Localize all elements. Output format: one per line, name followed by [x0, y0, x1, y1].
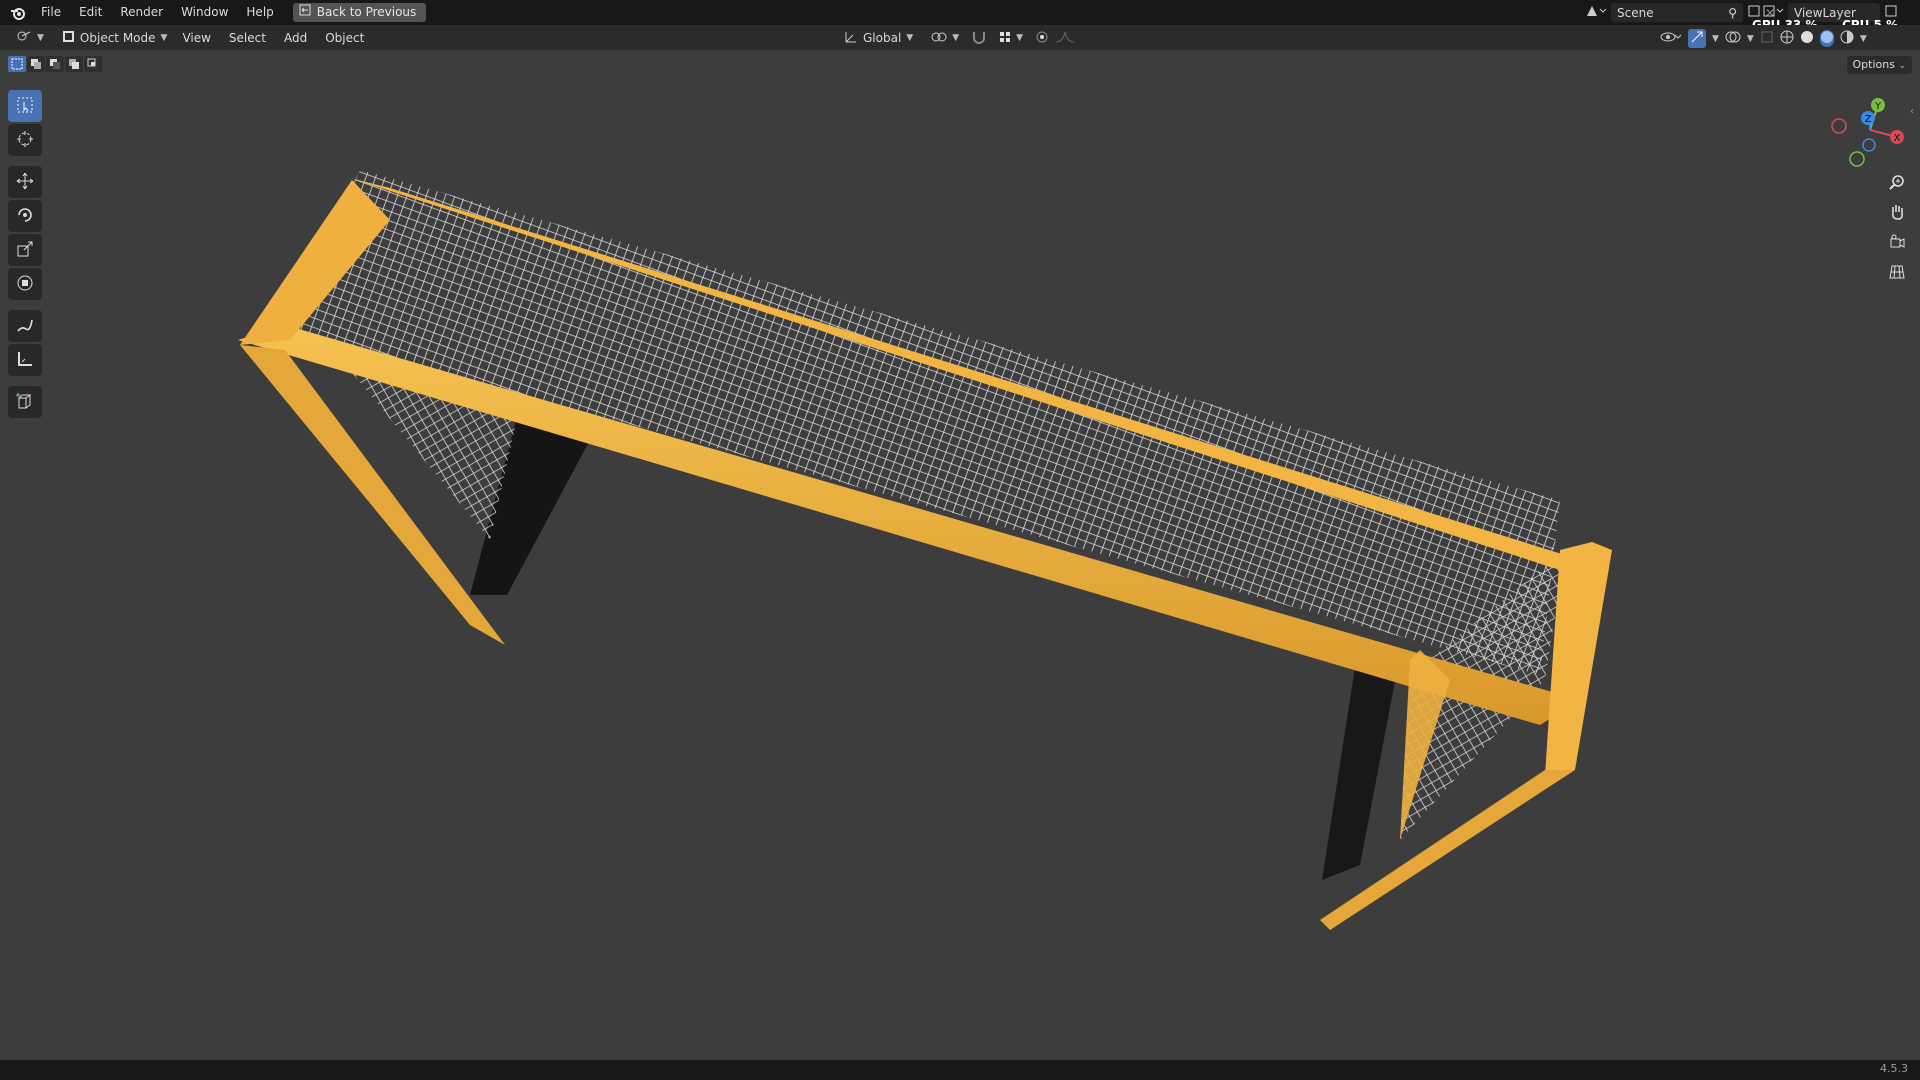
measure-tool[interactable]: [8, 344, 42, 376]
scene-selector[interactable]: Scene ⚲ ✕: [1585, 3, 1775, 22]
pin-icon[interactable]: ⚲: [1728, 6, 1737, 20]
negative-y-axis-icon[interactable]: [1849, 151, 1865, 167]
snap-toggle-icon[interactable]: [971, 30, 987, 47]
select-intersect-mode-icon[interactable]: [84, 56, 102, 72]
pivot-point-dropdown[interactable]: ▼: [925, 28, 965, 48]
selection-mode-group: [8, 56, 102, 72]
chevron-down-icon: ▼: [160, 32, 168, 43]
sidebar-toggle-icon[interactable]: ‹: [1910, 106, 1914, 117]
chevron-down-icon[interactable]: ▼: [1712, 34, 1719, 44]
status-bar: 4.5.3: [0, 1060, 1920, 1080]
chevron-down-icon[interactable]: ▼: [1860, 34, 1867, 44]
annotate-icon: [16, 316, 34, 337]
chevron-down-icon: ▼: [906, 33, 914, 43]
material-shading-icon[interactable]: [1819, 30, 1834, 47]
wireframe-shading-icon[interactable]: [1780, 30, 1794, 47]
move-icon: [16, 172, 34, 193]
snap-target-dropdown[interactable]: ▼: [993, 28, 1029, 48]
rotate-icon: [16, 206, 34, 227]
rotate-tool[interactable]: [8, 200, 42, 232]
right-post-shadow: [1322, 648, 1400, 880]
menu-view[interactable]: View: [173, 31, 219, 45]
menu-help[interactable]: Help: [237, 0, 282, 25]
scale-tool[interactable]: [8, 234, 42, 266]
orientation-icon: [844, 30, 858, 47]
pan-hand-icon[interactable]: [1883, 198, 1911, 226]
xray-icon[interactable]: [1760, 30, 1774, 47]
pivot-icon: [931, 30, 947, 47]
transform-orientation-dropdown[interactable]: Global ▼: [838, 28, 919, 48]
menu-add[interactable]: Add: [275, 31, 316, 45]
menu-select[interactable]: Select: [220, 31, 275, 45]
chevron-down-icon: ⌄: [1898, 61, 1906, 71]
chevron-down-icon: ▼: [952, 33, 960, 43]
select-extend-mode-icon[interactable]: [27, 56, 45, 72]
viewport-canvas: [238, 170, 1612, 930]
camera-view-icon[interactable]: [1883, 228, 1911, 256]
z-axis-label: Z: [1865, 114, 1872, 125]
top-menu-bar: File Edit Render Window Help Back to Pre…: [0, 0, 1920, 32]
menu-render[interactable]: Render: [111, 0, 172, 25]
annotate-tool[interactable]: [8, 310, 42, 342]
select-invert-mode-icon[interactable]: [65, 56, 83, 72]
select-subtract-mode-icon[interactable]: [46, 56, 64, 72]
solid-shading-icon[interactable]: [1800, 30, 1814, 47]
options-dropdown[interactable]: Options ⌄: [1846, 56, 1912, 74]
falloff-icon[interactable]: [1055, 30, 1075, 47]
cursor-icon: [16, 130, 34, 151]
scale-icon: [16, 240, 34, 261]
measure-icon: [16, 350, 34, 371]
negative-z-axis-icon[interactable]: [1862, 138, 1876, 152]
navigation-gizmo[interactable]: X Y Z: [1825, 90, 1915, 170]
x-axis-label: X: [1894, 133, 1901, 144]
scene-name: Scene: [1617, 5, 1654, 20]
select-box-icon: [16, 96, 34, 117]
zoom-icon[interactable]: [1883, 168, 1911, 196]
back-icon: [299, 3, 311, 22]
y-axis-label: Y: [1874, 101, 1882, 112]
transform-icon: [16, 274, 34, 295]
chevron-down-icon: ▼: [1016, 33, 1024, 43]
options-label: Options: [1852, 58, 1895, 71]
menu-window[interactable]: Window: [172, 0, 237, 25]
select-box-tool[interactable]: [8, 90, 42, 122]
version-label: 4.5.3: [1880, 1062, 1908, 1075]
viewport-editor-icon: [16, 29, 32, 46]
menu-object[interactable]: Object: [316, 31, 373, 45]
visibility-icon[interactable]: [1660, 30, 1682, 47]
menu-file[interactable]: File: [32, 0, 70, 25]
snap-grid-icon: [999, 31, 1011, 46]
add-cube-tool[interactable]: [8, 386, 42, 418]
blender-logo-icon[interactable]: [8, 0, 28, 25]
mode-label: Object Mode: [79, 30, 156, 45]
viewport-header: ▼ Object Mode ▼ View Select Add Object G…: [0, 25, 1920, 50]
transform-tool[interactable]: [8, 268, 42, 300]
chevron-down-icon: ▼: [37, 32, 44, 43]
tool-shelf: [8, 88, 48, 420]
negative-x-axis-icon[interactable]: [1831, 118, 1847, 134]
rendered-shading-icon[interactable]: [1840, 30, 1854, 47]
overlays-icon[interactable]: [1725, 30, 1741, 47]
scene-name-field[interactable]: Scene ⚲: [1611, 3, 1743, 22]
back-to-previous-label: Back to Previous: [316, 5, 417, 19]
chevron-down-icon[interactable]: ▼: [1747, 34, 1754, 44]
3d-viewport[interactable]: Options ⌄ X Y Z ‹: [0, 50, 1920, 1060]
editor-type-dropdown[interactable]: ▼: [10, 28, 50, 48]
cursor-tool[interactable]: [8, 124, 42, 156]
goal-object[interactable]: [238, 170, 1612, 930]
back-to-previous-button[interactable]: Back to Previous: [292, 3, 427, 22]
proportional-editing-icon[interactable]: [1035, 30, 1049, 47]
gizmo-toggle-icon[interactable]: [1688, 29, 1706, 48]
add-cube-icon: [16, 392, 34, 413]
menu-edit[interactable]: Edit: [70, 0, 111, 25]
mode-dropdown[interactable]: Object Mode ▼: [56, 28, 174, 48]
scene-icon: [1585, 4, 1607, 21]
perspective-grid-icon[interactable]: [1883, 258, 1911, 286]
move-tool[interactable]: [8, 166, 42, 198]
object-mode-icon: [62, 30, 75, 46]
select-new-mode-icon[interactable]: [8, 56, 26, 72]
orientation-label: Global: [863, 31, 902, 45]
